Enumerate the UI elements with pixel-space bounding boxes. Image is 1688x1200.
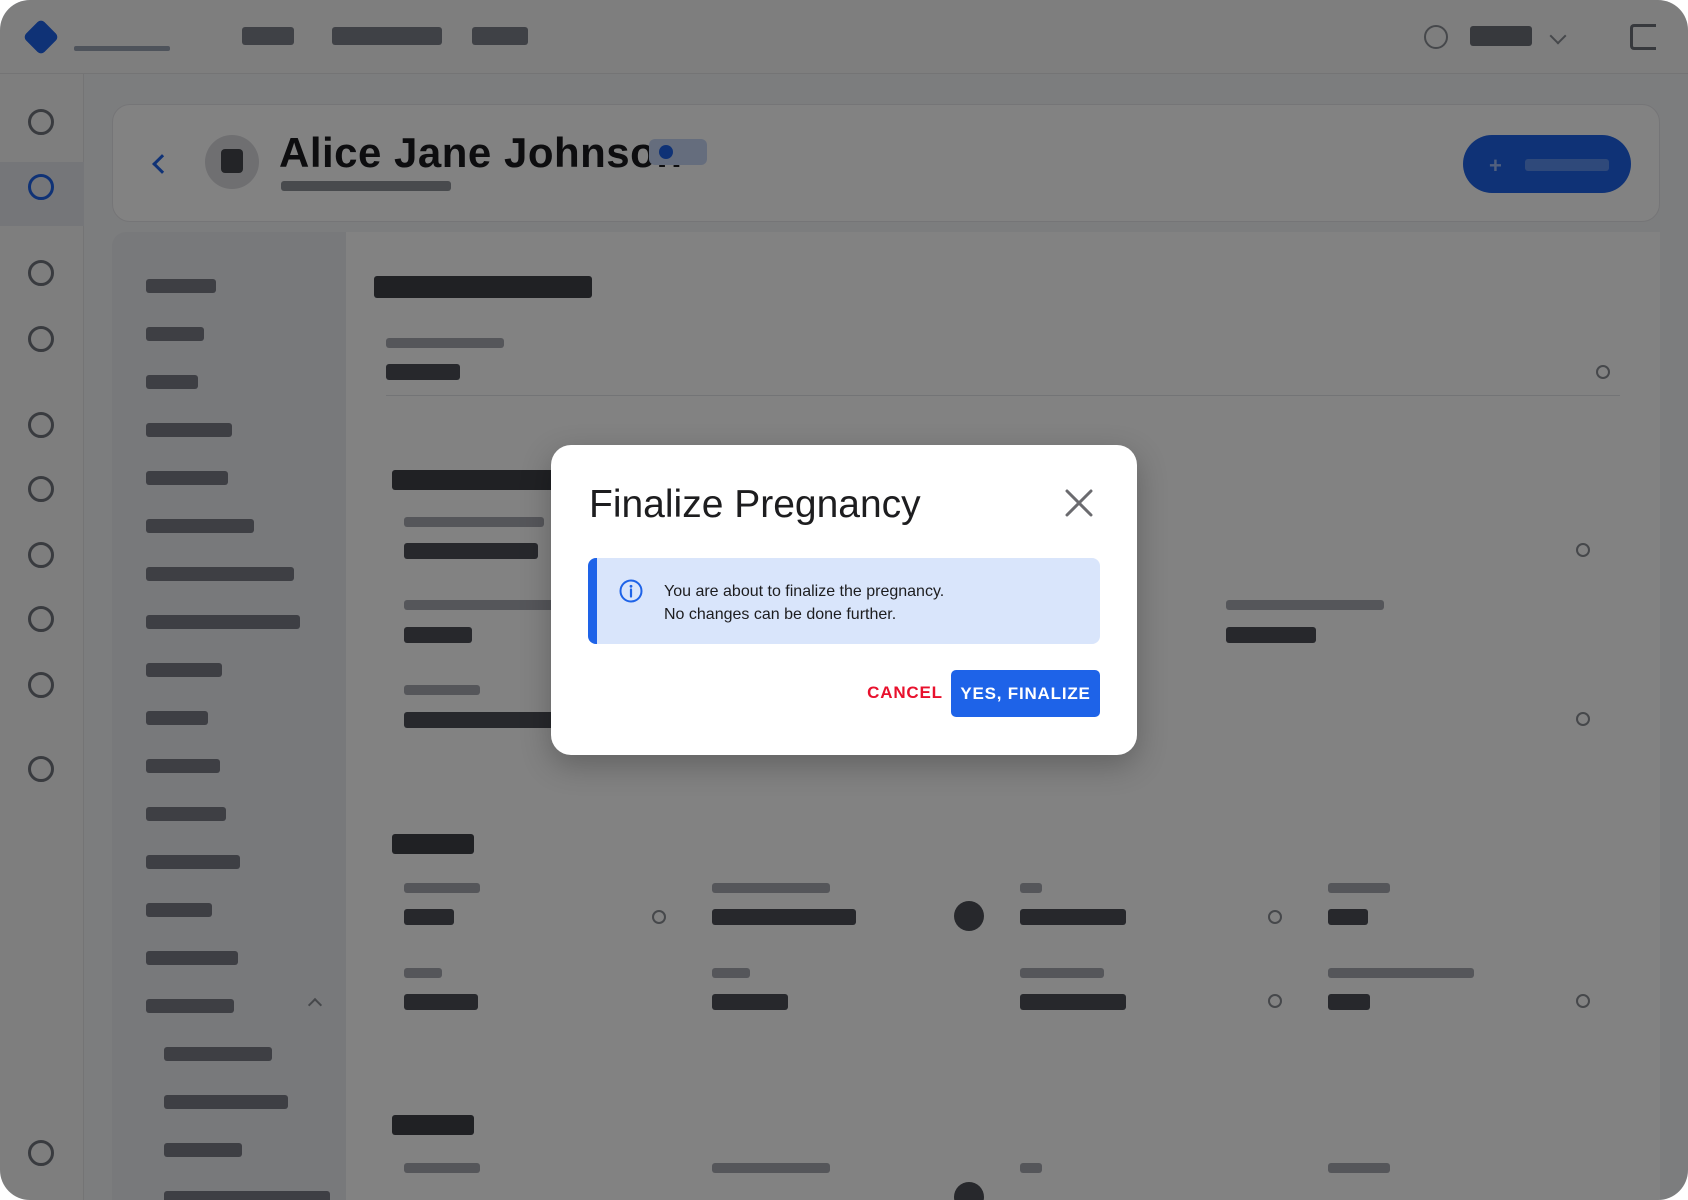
finalize-pregnancy-dialog: Finalize Pregnancy You are about to fina…: [551, 445, 1137, 755]
info-message: You are about to finalize the pregnancy.…: [664, 580, 944, 626]
info-alert: You are about to finalize the pregnancy.…: [588, 558, 1100, 644]
dialog-title: Finalize Pregnancy: [589, 483, 921, 526]
close-button[interactable]: [1062, 486, 1096, 520]
info-message-line-1: You are about to finalize the pregnancy.: [664, 583, 945, 600]
close-icon: [1065, 489, 1093, 517]
app-window: Alice Jane Johnson + Finalize Pregnancy …: [0, 0, 1688, 1200]
info-message-line-2: No changes can be done further.: [664, 606, 897, 623]
yes-finalize-button[interactable]: YES, FINALIZE: [951, 670, 1100, 717]
info-alert-accent-bar: [588, 558, 597, 644]
info-circle-icon: [619, 579, 643, 603]
